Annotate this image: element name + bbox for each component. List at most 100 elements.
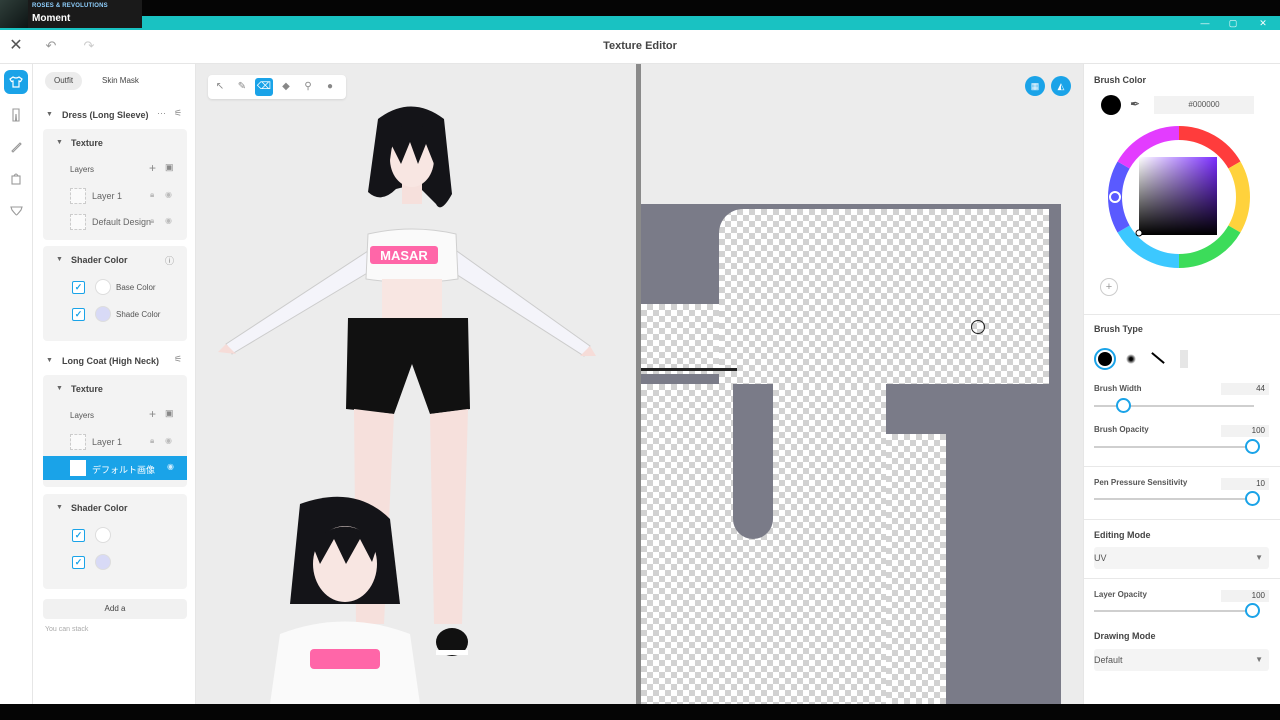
layer-row-selected[interactable]: デフォルト画像 ◉ (43, 456, 187, 480)
help-icon[interactable]: ⓘ (165, 254, 174, 267)
maximize-button[interactable]: ▢ (1218, 16, 1248, 30)
shader-card: ▼ Shader Color ⓘ ✓ Base Color ✓ Shade Co… (43, 246, 187, 341)
eye-icon[interactable]: ◉ (167, 462, 174, 471)
bottom-letterbox (0, 704, 1280, 720)
window-close-button[interactable]: ✕ (1248, 16, 1278, 30)
chevron-down-icon[interactable]: ▼ (56, 256, 63, 263)
base-color-checkbox[interactable]: ✓ (72, 281, 85, 294)
layer-name: Default Design (92, 217, 152, 227)
pressure-value[interactable]: 10 (1221, 478, 1269, 490)
layers-label: Layers (70, 411, 95, 420)
album-art (0, 0, 28, 28)
current-color-swatch[interactable] (1101, 95, 1121, 115)
color-wheel[interactable] (1104, 122, 1254, 272)
eye-icon[interactable]: ◉ (165, 216, 172, 225)
chevron-down-icon: ▼ (1255, 553, 1263, 562)
texture-heading: Texture (71, 384, 103, 394)
hard-brush-option[interactable] (1094, 348, 1116, 370)
shader-heading: Shader Color (71, 255, 128, 265)
add-item-button[interactable]: Add a (43, 599, 187, 619)
base-color-swatch[interactable] (95, 527, 111, 543)
minimize-button[interactable]: — (1190, 16, 1220, 30)
settings-sliders-icon[interactable]: ⚟ (174, 108, 182, 119)
layer-opacity-value[interactable]: 100 (1221, 590, 1269, 602)
layer-opacity-slider[interactable] (1094, 603, 1260, 618)
add-swatch-icon[interactable]: + (1100, 278, 1118, 296)
now-playing-song: Moment (32, 13, 71, 24)
brush-properties-panel: Brush Color ✒ #000000 + Brush Type Brush… (1083, 64, 1280, 704)
hex-input[interactable]: #000000 (1154, 96, 1254, 114)
tab-outfit[interactable]: Outfit (45, 72, 83, 90)
brush-type-heading: Brush Type (1094, 324, 1143, 334)
add-layer-icon[interactable]: + (149, 407, 156, 421)
brush-color-heading: Brush Color (1094, 75, 1147, 85)
divider (1084, 314, 1280, 315)
top-letterbox (0, 0, 1280, 16)
brush-icon[interactable] (4, 135, 28, 159)
layer-row[interactable]: Default Design 🔒︎ ◉ (43, 210, 187, 234)
image-icon[interactable]: ▣ (165, 162, 174, 173)
chevron-down-icon[interactable]: ▼ (56, 385, 63, 392)
shade-color-checkbox[interactable]: ✓ (72, 556, 85, 569)
lock-icon[interactable]: 🔒︎ (150, 190, 154, 200)
streamer-avatar-overlay (270, 496, 420, 704)
chevron-down-icon: ▼ (1255, 655, 1263, 664)
bottoms-icon[interactable] (4, 103, 28, 127)
divider (1084, 519, 1280, 520)
chevron-down-icon[interactable]: ▼ (46, 111, 53, 118)
category-rail (0, 64, 33, 704)
model-viewport[interactable]: ↖ ✎ ⌫ ◆ ⚲ ● MASAR (196, 64, 636, 704)
bag-icon[interactable] (4, 167, 28, 191)
layers-label: Layers (70, 165, 95, 174)
editing-mode-heading: Editing Mode (1094, 530, 1151, 540)
more-icon[interactable]: ··· (157, 108, 166, 118)
tab-skin-mask[interactable]: Skin Mask (93, 72, 148, 90)
layer-row[interactable]: Layer 1 🔒︎ ◉ (43, 184, 187, 208)
brush-opacity-label: Brush Opacity (1094, 425, 1149, 434)
layers-toggle-icon[interactable]: ▦ (1025, 76, 1045, 96)
shade-color-checkbox[interactable]: ✓ (72, 308, 85, 321)
base-color-swatch[interactable] (95, 279, 111, 295)
eye-icon[interactable]: ◉ (165, 436, 172, 445)
eye-icon[interactable]: ◉ (165, 190, 172, 199)
brush-width-slider[interactable] (1094, 398, 1254, 413)
add-layer-icon[interactable]: + (149, 161, 156, 175)
avatar-model: MASAR (218, 106, 596, 656)
uv-canvas[interactable]: ▦ ◭ (641, 64, 1083, 704)
layer-name: Layer 1 (92, 191, 123, 201)
shade-color-swatch[interactable] (95, 306, 111, 322)
shade-color-swatch[interactable] (95, 554, 111, 570)
brush-stroke (641, 368, 737, 371)
group-title-dress: Dress (Long Sleeve) (62, 110, 149, 120)
chevron-down-icon[interactable]: ▼ (46, 357, 53, 364)
base-color-checkbox[interactable]: ✓ (72, 529, 85, 542)
brush-opacity-slider[interactable] (1094, 439, 1260, 454)
line-brush-option[interactable] (1151, 352, 1165, 364)
now-playing-artist: ROSES & REVOLUTIONS (32, 3, 108, 9)
underwear-icon[interactable] (4, 199, 28, 223)
lock-icon[interactable]: 🔒︎ (150, 436, 154, 446)
brush-opacity-value[interactable]: 100 (1221, 425, 1269, 437)
chevron-down-icon[interactable]: ▼ (56, 504, 63, 511)
soft-brush-option[interactable] (1126, 354, 1136, 364)
editing-mode-select[interactable]: UV ▼ (1094, 547, 1269, 569)
drawing-mode-heading: Drawing Mode (1094, 631, 1156, 641)
shirt-icon[interactable] (4, 70, 28, 94)
divider (1084, 578, 1280, 579)
now-playing-overlay: ROSES & REVOLUTIONS Moment (0, 0, 142, 28)
brush-cursor (971, 320, 985, 334)
drawing-mode-select[interactable]: Default ▼ (1094, 649, 1269, 671)
settings-sliders-icon[interactable]: ⚟ (174, 354, 182, 365)
lock-icon[interactable]: 🔒︎ (150, 216, 154, 226)
shader-card: ▼ Shader Color ✓ ✓ (43, 494, 187, 589)
eyedropper-icon[interactable]: ✒ (1130, 97, 1140, 111)
image-icon[interactable]: ▣ (165, 408, 174, 419)
layer-thumbnail (70, 188, 86, 204)
brush-width-value[interactable]: 44 (1221, 383, 1269, 395)
layer-row[interactable]: Layer 1 🔒︎ ◉ (43, 430, 187, 454)
mirror-toggle-icon[interactable]: ◭ (1051, 76, 1071, 96)
texture-brush-option[interactable] (1180, 350, 1188, 368)
chevron-down-icon[interactable]: ▼ (56, 139, 63, 146)
pressure-slider[interactable] (1094, 491, 1260, 506)
layer-opacity-label: Layer Opacity (1094, 590, 1147, 599)
